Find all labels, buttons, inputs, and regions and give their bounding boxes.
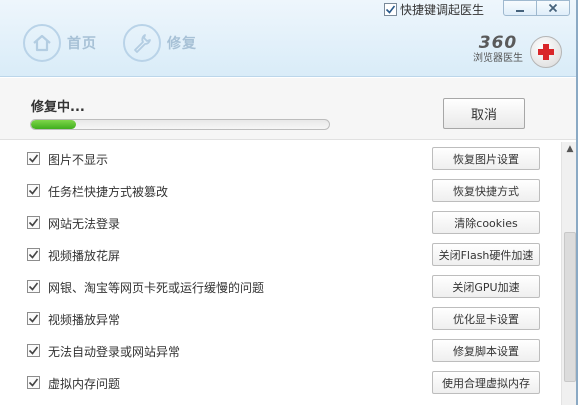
- item-checkbox[interactable]: [27, 344, 40, 357]
- close-button[interactable]: [536, 0, 570, 16]
- item-action-button[interactable]: 修复脚本设置: [432, 339, 540, 362]
- item-checkbox[interactable]: [27, 184, 40, 197]
- wrench-icon: [123, 24, 161, 62]
- progress-fill: [31, 120, 76, 129]
- list-item: 视频播放花屏 关闭Flash硬件加速: [0, 238, 560, 270]
- list-item: 网银、淘宝等网页卡死或运行缓慢的问题 关闭GPU加速: [0, 270, 560, 302]
- item-label: 网站无法登录: [48, 217, 121, 231]
- medical-cross-icon: [530, 36, 562, 68]
- repair-status: 修复中...: [31, 100, 85, 115]
- list-item: 无法自动登录或网站异常 修复脚本设置: [0, 334, 560, 366]
- header-bar: 快捷键调起医生 首页 修复 360 浏览器医生: [0, 0, 578, 77]
- close-icon: [548, 3, 558, 13]
- hotkey-checkbox[interactable]: [384, 2, 397, 16]
- item-action-button[interactable]: 恢复图片设置: [432, 147, 540, 170]
- item-action-button[interactable]: 使用合理虚拟内存: [432, 371, 540, 394]
- item-checkbox[interactable]: [27, 152, 40, 165]
- list-item: 视频播放异常 优化显卡设置: [0, 302, 560, 334]
- item-label: 视频播放花屏: [48, 249, 121, 263]
- scroll-thumb[interactable]: [564, 232, 576, 382]
- item-checkbox[interactable]: [27, 248, 40, 261]
- home-icon: [23, 24, 61, 62]
- item-action-button[interactable]: 清除cookies: [432, 211, 540, 234]
- item-label: 虚拟内存问题: [48, 377, 121, 391]
- brand-name: 浏览器医生: [473, 53, 523, 64]
- nav-repair[interactable]: 修复: [123, 24, 197, 62]
- nav-home[interactable]: 首页: [23, 24, 97, 62]
- list-item: 任务栏快捷方式被篡改 恢复快捷方式: [0, 174, 560, 206]
- nav-repair-label: 修复: [167, 36, 197, 52]
- hotkey-toggle[interactable]: 快捷键调起医生: [384, 1, 484, 17]
- item-checkbox[interactable]: [27, 312, 40, 325]
- item-action-button[interactable]: 关闭GPU加速: [432, 275, 540, 298]
- brand-number: 360: [478, 33, 518, 53]
- item-label: 图片不显示: [48, 153, 109, 167]
- minimize-icon: [516, 10, 524, 12]
- item-action-button[interactable]: 关闭Flash硬件加速: [432, 243, 540, 266]
- item-checkbox[interactable]: [27, 216, 40, 229]
- item-checkbox[interactable]: [27, 376, 40, 389]
- item-label: 视频播放异常: [48, 313, 121, 327]
- list-item: 网站无法登录 清除cookies: [0, 206, 560, 238]
- progress-bar: [30, 119, 330, 130]
- item-label: 网银、淘宝等网页卡死或运行缓慢的问题: [48, 281, 265, 295]
- brand-logo: 360 浏览器医生: [462, 34, 534, 66]
- item-action-button[interactable]: 优化显卡设置: [432, 307, 540, 330]
- cancel-button[interactable]: 取消: [443, 98, 525, 129]
- nav-home-label: 首页: [67, 36, 97, 52]
- item-checkbox[interactable]: [27, 280, 40, 293]
- item-label: 任务栏快捷方式被篡改: [48, 185, 169, 199]
- repair-list: 图片不显示 恢复图片设置任务栏快捷方式被篡改 恢复快捷方式网站无法登录 清除cooki…: [0, 142, 560, 405]
- item-label: 无法自动登录或网站异常: [48, 345, 181, 359]
- hotkey-label: 快捷键调起医生: [400, 2, 485, 17]
- list-item: 图片不显示 恢复图片设置: [0, 142, 560, 174]
- item-action-button[interactable]: 恢复快捷方式: [432, 179, 540, 202]
- list-item: 虚拟内存问题 使用合理虚拟内存: [0, 366, 560, 398]
- minimize-button[interactable]: [503, 0, 537, 16]
